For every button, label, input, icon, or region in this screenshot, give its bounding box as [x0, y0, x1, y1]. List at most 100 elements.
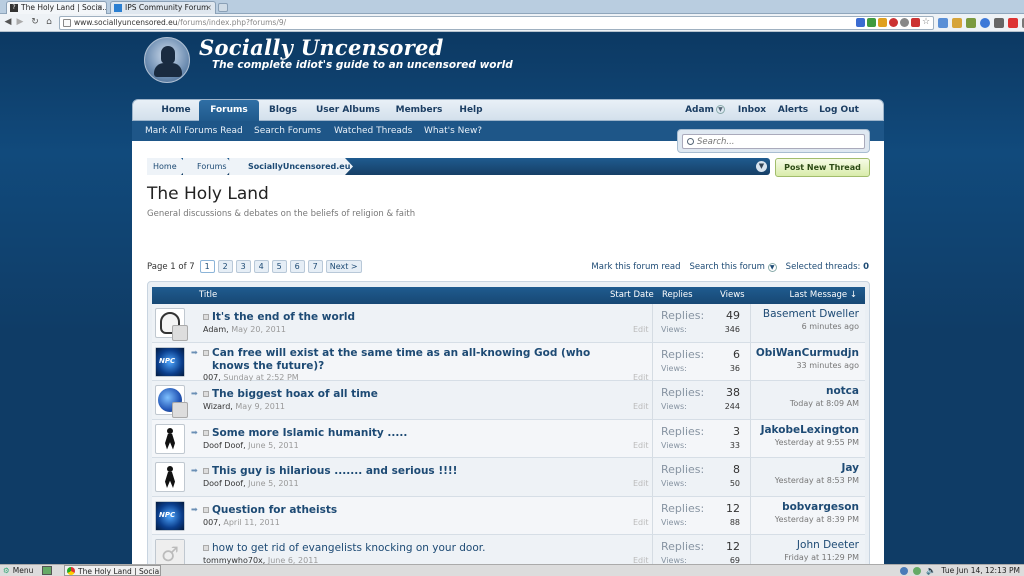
- col-replies[interactable]: Replies: [662, 287, 693, 304]
- thread-start-date[interactable]: June 5, 2011: [248, 479, 299, 488]
- thread-title-link[interactable]: how to get rid of evangelists knocking o…: [212, 542, 617, 555]
- thread-author[interactable]: Adam: [203, 325, 226, 334]
- thread-title-link[interactable]: The biggest hoax of all time: [212, 388, 617, 401]
- extension-icon[interactable]: [867, 18, 876, 27]
- table-row[interactable]: ➡ Some more Islamic humanity ..... Doof Do…: [152, 419, 865, 458]
- edit-link[interactable]: Edit: [633, 441, 649, 450]
- edit-link[interactable]: Edit: [633, 402, 649, 411]
- avatar[interactable]: [155, 385, 188, 418]
- thread-title-link[interactable]: Question for atheists: [212, 504, 617, 517]
- new-posts-arrow-icon[interactable]: ➡: [191, 348, 199, 356]
- close-tab-icon[interactable]: ×: [96, 2, 103, 13]
- thread-title-link[interactable]: Some more Islamic humanity .....: [212, 427, 617, 440]
- new-posts-arrow-icon[interactable]: ➡: [191, 390, 199, 398]
- thread-author[interactable]: Doof Doof: [203, 479, 243, 488]
- volume-icon[interactable]: 🔈: [926, 565, 936, 576]
- last-message-time[interactable]: Yesterday at 9:55 PM: [751, 438, 859, 447]
- close-tab-icon[interactable]: ×: [205, 2, 212, 13]
- thread-author[interactable]: Wizard: [203, 402, 230, 411]
- extension-icon[interactable]: [900, 18, 909, 27]
- new-tab-button[interactable]: [218, 3, 228, 12]
- post-new-thread-button[interactable]: Post New Thread: [775, 158, 870, 177]
- breadcrumb-forums[interactable]: Forums: [183, 158, 235, 175]
- avatar[interactable]: [155, 308, 188, 341]
- thread-author[interactable]: 007: [203, 518, 218, 527]
- edit-link[interactable]: Edit: [633, 556, 649, 564]
- tab-blogs[interactable]: Blogs: [263, 100, 303, 121]
- avatar[interactable]: [155, 462, 185, 492]
- forward-arrow-icon[interactable]: ▶: [15, 17, 25, 28]
- extension-icon[interactable]: [938, 18, 948, 28]
- table-row[interactable]: ➡ Question for atheists007, April 11, 201…: [152, 496, 865, 535]
- back-arrow-icon[interactable]: ◀: [3, 17, 13, 28]
- tab-user-albums[interactable]: User Albums: [311, 100, 385, 121]
- tab-home[interactable]: Home: [153, 100, 199, 121]
- breadcrumb-current[interactable]: SociallyUncensored.eu: [229, 158, 353, 175]
- extension-icon[interactable]: [966, 18, 976, 28]
- show-desktop-icon[interactable]: [42, 566, 52, 575]
- page-link[interactable]: 3: [235, 260, 251, 273]
- thread-start-date[interactable]: June 6, 2011: [268, 556, 319, 564]
- extension-icon[interactable]: [980, 18, 990, 28]
- table-row[interactable]: ➡ This guy is hilarious ....... and serio…: [152, 458, 865, 497]
- reload-icon[interactable]: ↻: [30, 17, 40, 28]
- extension-icon[interactable]: [856, 18, 865, 27]
- bookmark-star-icon[interactable]: ☆: [922, 18, 931, 27]
- browser-tab-ips-forum[interactable]: IPS Community Forum ×: [110, 1, 216, 14]
- thread-title-link[interactable]: Can free will exist at the same time as …: [212, 347, 617, 373]
- next-page-link[interactable]: Next >: [325, 260, 362, 273]
- last-message-time[interactable]: Today at 8:09 AM: [751, 399, 859, 408]
- whats-new-link[interactable]: What's New?: [424, 121, 482, 141]
- avatar[interactable]: [155, 500, 185, 531]
- mail-icon[interactable]: [1008, 18, 1018, 28]
- last-poster-link[interactable]: bobvargeson: [751, 501, 859, 513]
- table-row[interactable]: ➡ The biggest hoax of all time Wizard, May…: [152, 381, 865, 420]
- page-link[interactable]: 6: [289, 260, 305, 273]
- edit-link[interactable]: Edit: [633, 479, 649, 488]
- taskbar-window-button[interactable]: The Holy Land | Sociall...: [64, 565, 161, 576]
- last-message-time[interactable]: Friday at 11:29 PM: [751, 553, 859, 562]
- thread-start-date[interactable]: May 9, 2011: [235, 402, 285, 411]
- col-last-message[interactable]: Last Message ↓: [790, 287, 858, 304]
- table-row[interactable]: It's the end of the world Adam, May 20, 2…: [152, 304, 865, 343]
- edit-link[interactable]: Edit: [633, 325, 649, 334]
- page-link[interactable]: 1: [199, 260, 215, 273]
- thread-title-link[interactable]: It's the end of the world: [212, 311, 617, 324]
- last-poster-link[interactable]: JakobeLexington: [751, 424, 859, 436]
- alerts-link[interactable]: Alerts: [775, 100, 811, 121]
- last-message-time[interactable]: Yesterday at 8:53 PM: [751, 476, 859, 485]
- new-posts-arrow-icon[interactable]: ➡: [191, 428, 199, 436]
- extension-icon[interactable]: [911, 18, 920, 27]
- search-forums-link[interactable]: Search Forums: [254, 121, 321, 141]
- network-icon[interactable]: [900, 566, 909, 575]
- last-message-time[interactable]: 33 minutes ago: [751, 361, 859, 370]
- user-menu[interactable]: Adam ▼: [681, 100, 729, 121]
- table-row[interactable]: ♂ how to get rid of evangelists knocking …: [152, 535, 865, 564]
- new-posts-arrow-icon[interactable]: ➡: [191, 505, 199, 513]
- page-link[interactable]: 2: [217, 260, 233, 273]
- mark-forum-read-link[interactable]: Mark this forum read: [591, 262, 680, 272]
- last-poster-link[interactable]: ObiWanCurmudjn: [751, 347, 859, 359]
- last-poster-link[interactable]: notca: [751, 385, 859, 397]
- breadcrumb-home[interactable]: Home: [147, 158, 189, 175]
- last-message-time[interactable]: Yesterday at 8:39 PM: [751, 515, 859, 524]
- avatar[interactable]: [155, 423, 185, 454]
- last-poster-link[interactable]: Basement Dweller: [751, 308, 859, 320]
- home-icon[interactable]: ⌂: [44, 17, 54, 28]
- search-forum-link[interactable]: Search this forum ▼: [689, 262, 777, 272]
- thread-start-date[interactable]: June 5, 2011: [248, 441, 299, 450]
- col-title[interactable]: Title: [199, 287, 217, 304]
- mark-all-forums-read-link[interactable]: Mark All Forums Read: [145, 121, 243, 141]
- thread-start-date[interactable]: May 20, 2011: [231, 325, 286, 334]
- thread-title-link[interactable]: This guy is hilarious ....... and seriou…: [212, 465, 617, 478]
- logout-link[interactable]: Log Out: [817, 100, 861, 121]
- chevron-down-icon[interactable]: ▼: [756, 161, 767, 172]
- thread-author[interactable]: tommywho70x: [203, 556, 263, 564]
- clock[interactable]: Tue Jun 14, 12:13 PM: [941, 565, 1020, 576]
- site-title[interactable]: Socially Uncensored: [199, 35, 444, 60]
- thread-author[interactable]: Doof Doof: [203, 441, 243, 450]
- extension-icon[interactable]: [952, 18, 962, 28]
- tab-help[interactable]: Help: [453, 100, 489, 121]
- thread-start-date[interactable]: April 11, 2011: [223, 518, 279, 527]
- selected-threads[interactable]: Selected threads: 0: [786, 262, 869, 272]
